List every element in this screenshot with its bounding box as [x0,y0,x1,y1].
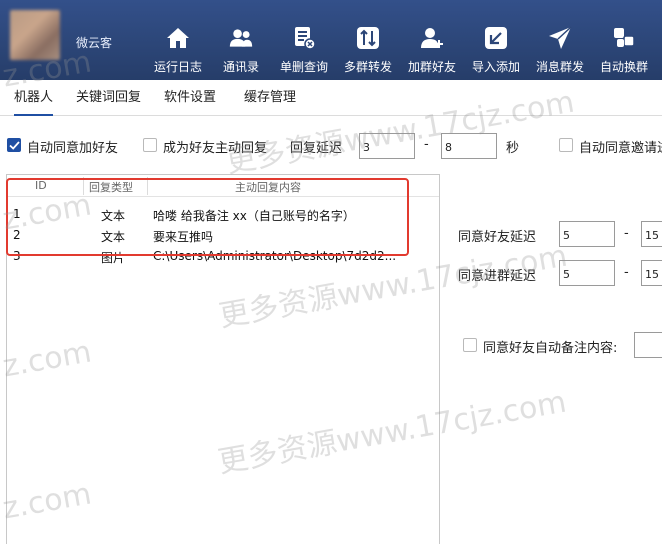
home-icon [166,26,190,50]
delete-check-icon [292,26,316,50]
contacts-icon [229,26,253,50]
mass-message-button[interactable]: 消息群发 [528,0,592,80]
options-row: 自动同意加好友 成为好友主动回复 回复延迟 3 - 8 秒 自动同意邀请进 [0,132,662,160]
auto-accept-friend-label: 自动同意加好友 [27,141,119,156]
group-delay-max-input[interactable]: 15 [641,260,662,286]
row-type: 文本 [101,230,126,244]
multi-group-forward-button[interactable]: 多群转发 [336,0,400,80]
run-log-button[interactable]: 运行日志 [146,0,210,80]
column-header-content[interactable]: 主动回复内容 [235,179,301,195]
row-content: 要来互推吗 [153,230,214,244]
table-row[interactable]: 3 图片 C:\Users\Administrator\Desktop\7d2d… [7,245,439,267]
checkmark-icon [9,141,20,150]
tab-cache-management[interactable]: 缓存管理 [244,80,296,116]
table-header: ID 回复类型 主动回复内容 [7,175,439,197]
reply-delay-min-input[interactable]: 3 [359,133,415,159]
reply-table: ID 回复类型 主动回复内容 1 文本 哈喽 给我备注 xx（自己账号的名字） … [6,174,440,544]
auto-remark-input[interactable] [634,332,662,358]
auto-remark-label: 同意好友自动备注内容: [483,341,618,356]
add-friend-icon [420,26,444,50]
tab-keyword-reply[interactable]: 关键词回复 [76,80,141,116]
become-friend-auto-reply-label: 成为好友主动回复 [163,141,268,156]
reply-delay-max-input[interactable]: 8 [441,133,497,159]
auto-accept-invite-label: 自动同意邀请进 [579,141,662,156]
send-icon [548,26,572,50]
column-divider[interactable] [83,177,84,195]
main-toolbar: 运行日志 通讯录 单删查询 多群转发 加群好友 导入添加 消息群发 自动换群 [146,0,656,80]
add-group-friend-button[interactable]: 加群好友 [400,0,464,80]
single-delete-check-button[interactable]: 单删查询 [272,0,336,80]
auto-accept-invite-checkbox[interactable] [559,138,573,152]
reply-delay-unit: 秒 [506,141,520,156]
friend-delay-label: 同意好友延迟 [458,230,537,245]
column-header-type[interactable]: 回复类型 [89,179,133,195]
row-id: 2 [13,228,21,242]
table-row[interactable]: 1 文本 哈喽 给我备注 xx（自己账号的名字） [7,203,439,225]
tab-software-settings[interactable]: 软件设置 [164,80,216,116]
column-divider[interactable] [147,177,148,195]
become-friend-auto-reply-checkbox[interactable] [143,138,157,152]
row-type: 图片 [101,251,126,265]
column-header-id[interactable]: ID [35,179,47,192]
tab-robot[interactable]: 机器人 [14,80,54,116]
switch-group-icon [612,26,636,50]
auto-accept-friend-checkbox[interactable] [7,138,21,152]
friend-delay-min-input[interactable]: 5 [559,221,615,247]
group-delay-label: 同意进群延迟 [458,269,537,284]
auto-remark-checkbox[interactable] [463,338,477,352]
import-icon [484,26,508,50]
group-delay-dash: - [624,265,629,280]
group-delay-min-input[interactable]: 5 [559,260,615,286]
friend-delay-dash: - [624,226,629,241]
main-tabs: 机器人 关键词回复 软件设置 缓存管理 [0,80,662,116]
forward-icon [356,26,380,50]
row-content: 哈喽 给我备注 xx（自己账号的名字） [153,209,355,223]
row-id: 1 [13,207,21,221]
avatar[interactable] [10,10,60,60]
import-add-button[interactable]: 导入添加 [464,0,528,80]
app-header: 微云客 运行日志 通讯录 单删查询 多群转发 加群好友 导入添加 消息群发 自动… [0,0,662,80]
friend-delay-max-input[interactable]: 15 [641,221,662,247]
app-name: 微云客 [76,36,113,50]
contacts-button[interactable]: 通讯录 [210,0,272,80]
table-row[interactable]: 2 文本 要来互推吗 [7,224,439,246]
row-id: 3 [13,249,21,263]
row-type: 文本 [101,209,126,223]
auto-switch-group-button[interactable]: 自动换群 [592,0,656,80]
reply-delay-label: 回复延迟 [290,141,343,156]
reply-delay-dash: - [424,137,429,152]
row-content: C:\Users\Administrator\Desktop\7d2d2... [153,249,397,263]
